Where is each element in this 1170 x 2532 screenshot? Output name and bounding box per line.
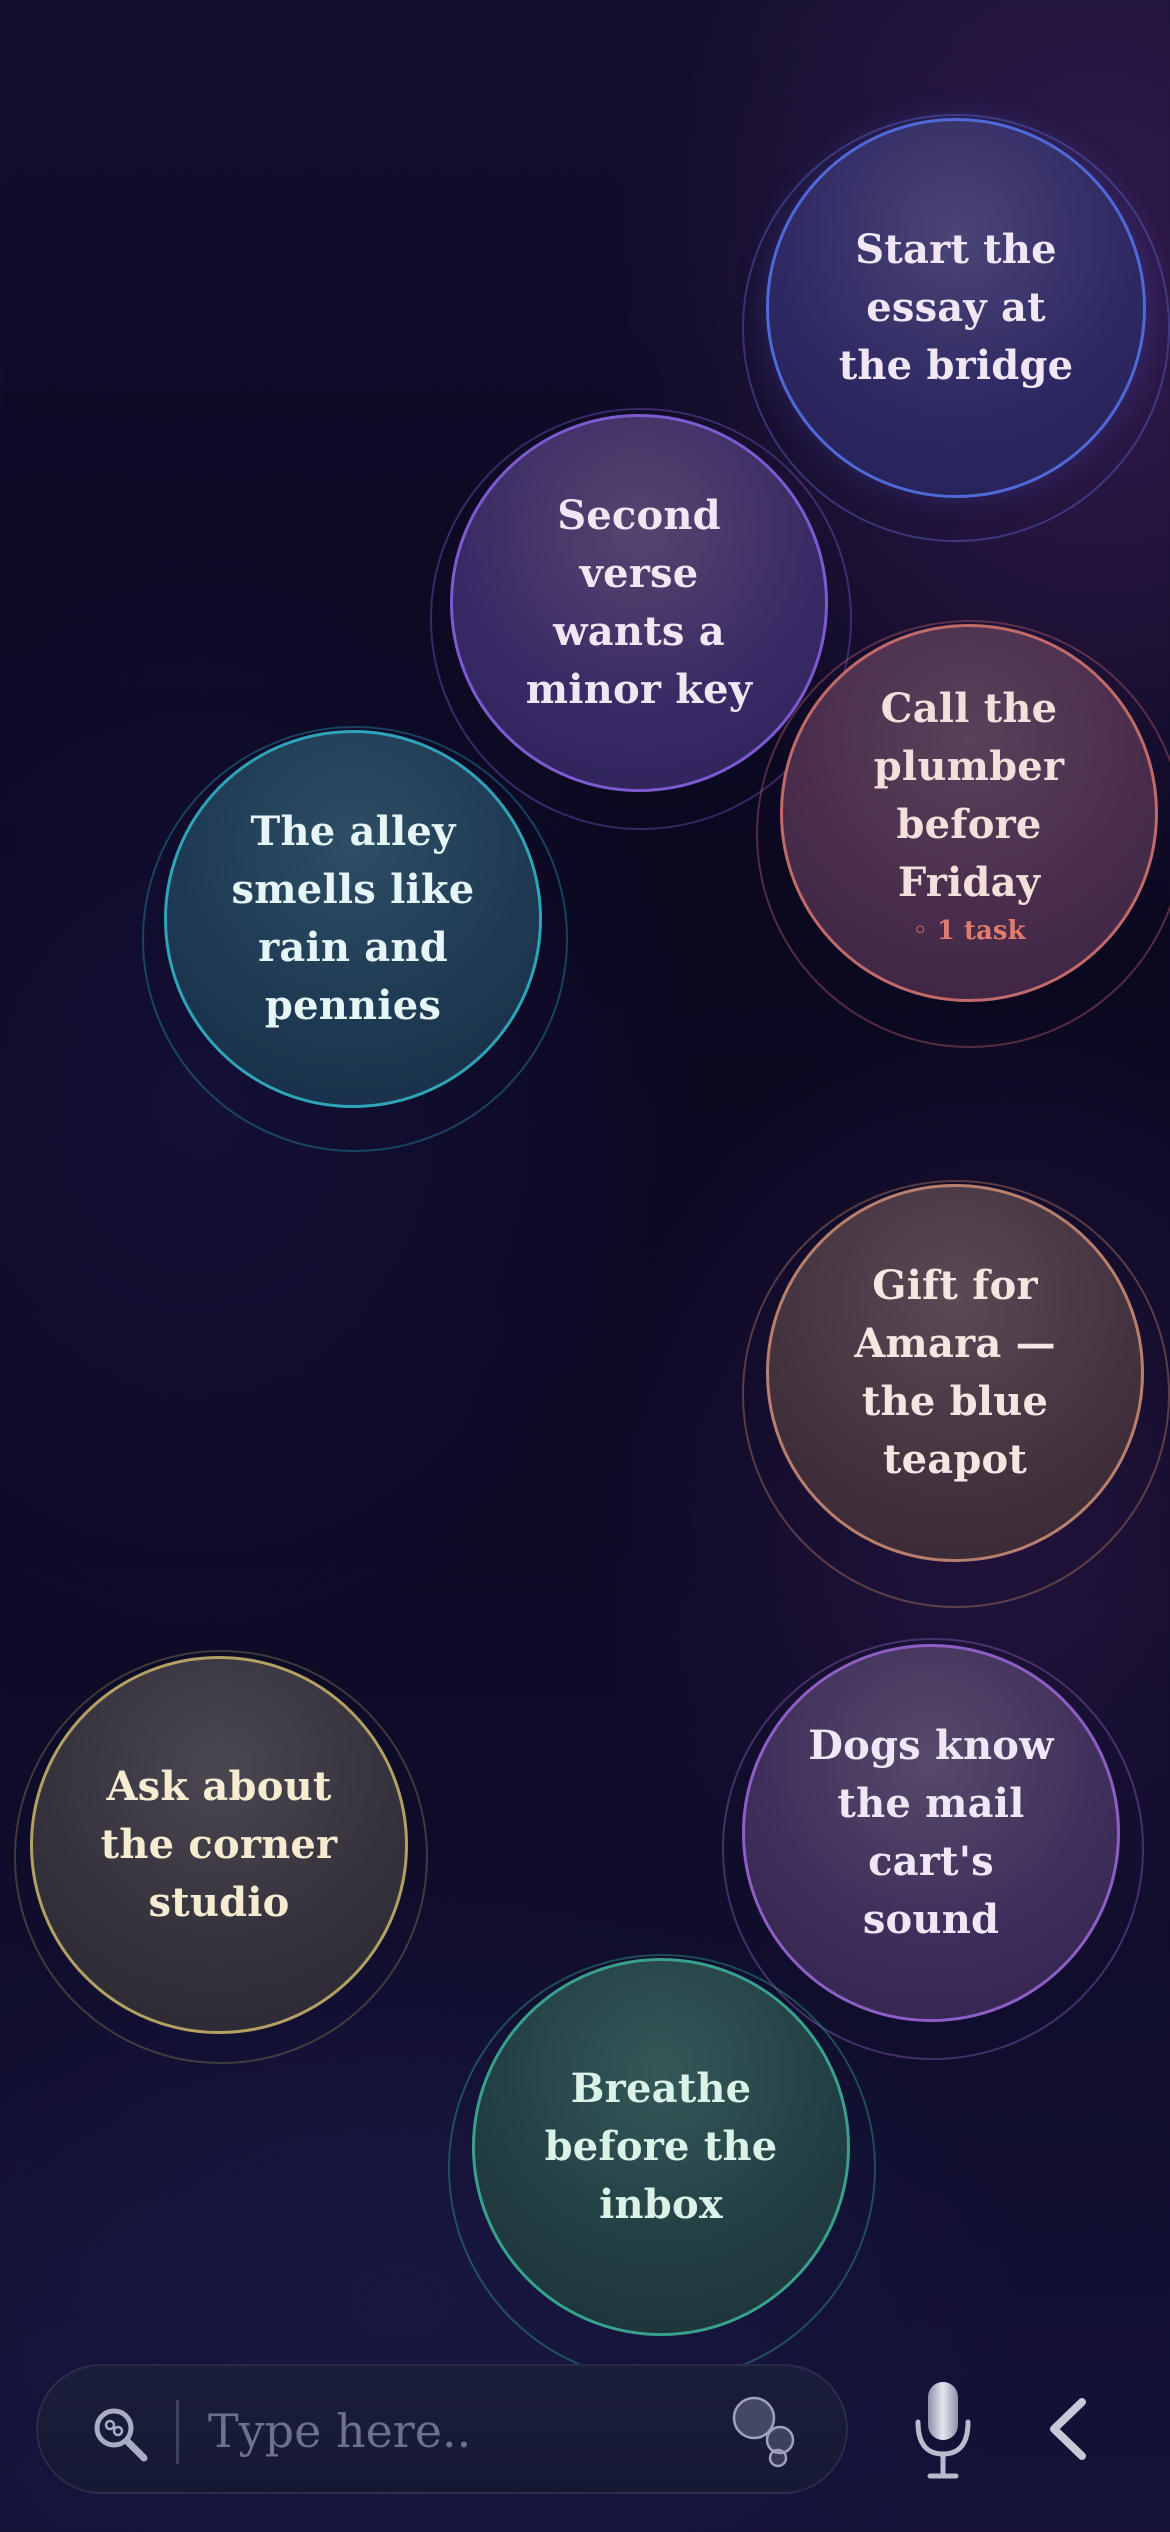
- thought-bubble-dogs[interactable]: Dogs know the mail cart's sound: [722, 1638, 1144, 2060]
- bubble-label: The alley smells like rain and pennies: [231, 808, 475, 1029]
- bubble-label: Gift for Amara — the blue teapot: [854, 1262, 1056, 1483]
- thought-input[interactable]: [206, 2390, 730, 2472]
- thought-bubble-studio[interactable]: Ask about the corner studio: [14, 1650, 428, 2064]
- thought-bubble-verse[interactable]: Second verse wants a minor key: [430, 408, 852, 830]
- task-count-badge: ◦ 1 task: [912, 916, 1026, 946]
- input-bar: [36, 2364, 848, 2494]
- bubble-label: Breathe before the inbox: [544, 2065, 778, 2228]
- bubble-label: Ask about the corner studio: [100, 1763, 338, 1926]
- thought-bubble-plumber[interactable]: Call the plumber before Friday ◦ 1 task: [756, 620, 1170, 1048]
- thought-bubble-essay[interactable]: Start the essay at the bridge: [742, 114, 1170, 542]
- chevron-left-icon[interactable]: [1044, 2394, 1090, 2464]
- microphone-icon[interactable]: [908, 2374, 978, 2484]
- bubbles-icon[interactable]: [728, 2394, 804, 2470]
- search-icon[interactable]: [90, 2404, 150, 2464]
- thought-bubble-gift[interactable]: Gift for Amara — the blue teapot: [742, 1180, 1170, 1608]
- bubble-label: Call the plumber before Friday: [873, 685, 1065, 906]
- bubble-label: Second verse wants a minor key: [525, 492, 753, 713]
- input-divider: [176, 2400, 179, 2464]
- bubble-label: Dogs know the mail cart's sound: [808, 1722, 1054, 1943]
- thought-bubble-breathe[interactable]: Breathe before the inbox: [448, 1954, 876, 2382]
- thought-bubble-alley[interactable]: The alley smells like rain and pennies: [142, 726, 568, 1152]
- bubble-label: Start the essay at the bridge: [838, 226, 1074, 389]
